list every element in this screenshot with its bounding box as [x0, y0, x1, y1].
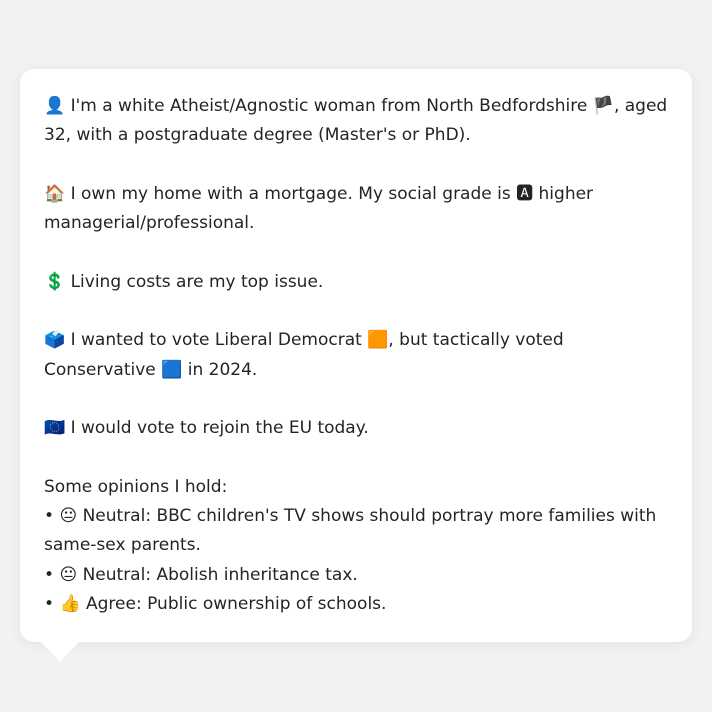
vote-line: 🗳️ I wanted to vote Liberal Democrat 🟧, … [44, 326, 668, 385]
bullet: • [44, 506, 55, 527]
vote-text-c: in 2024. [187, 359, 258, 380]
opinions-heading: Some opinions I hold: [44, 476, 228, 497]
opinion-text: Agree: Public ownership of schools. [86, 594, 387, 615]
neutral-face-icon: 😐 [59, 506, 78, 527]
chat-message-bubble: 👤 I'm a white Atheist/Agnostic woman fro… [20, 69, 692, 642]
eu-flag-icon: 🇪🇺 [44, 418, 66, 439]
house-icon: 🏠 [44, 183, 66, 204]
eu-line: 🇪🇺 I would vote to rejoin the EU today. [44, 414, 668, 443]
opinion-item: • 👍 Agree: Public ownership of schools. [44, 590, 668, 619]
blue-square-icon: 🟦 [161, 359, 183, 380]
eu-text: I would vote to rejoin the EU today. [70, 418, 369, 439]
issue-text: Living costs are my top issue. [70, 271, 324, 292]
vote-text-a: I wanted to vote Liberal Democrat [70, 330, 362, 351]
orange-square-icon: 🟧 [367, 330, 389, 351]
england-flag-icon: 🏴 [592, 96, 614, 116]
thumbs-up-icon: 👍 [59, 594, 81, 615]
bubble-tail [40, 641, 80, 662]
home-text-a: I own my home with a mortgage. My social… [70, 183, 511, 204]
dollar-icon: 💲 [44, 271, 66, 292]
identity-line: 👤 I'm a white Atheist/Agnostic woman fro… [44, 92, 668, 151]
bullet: • [44, 594, 55, 615]
bullet: • [44, 564, 55, 585]
opinion-item: • 😐 Neutral: BBC children's TV shows sho… [44, 502, 668, 561]
opinion-text: Neutral: BBC children's TV shows should … [44, 506, 657, 556]
person-icon: 👤 [44, 96, 66, 116]
opinion-item: • 😐 Neutral: Abolish inheritance tax. [44, 561, 668, 590]
issue-line: 💲 Living costs are my top issue. [44, 268, 668, 297]
grade-a-badge-icon: 🅰 [516, 183, 534, 204]
neutral-face-icon: 😐 [59, 564, 78, 585]
opinion-text: Neutral: Abolish inheritance tax. [82, 564, 358, 585]
ballot-box-icon: 🗳️ [44, 330, 66, 351]
home-line: 🏠 I own my home with a mortgage. My soci… [44, 180, 668, 239]
identity-text-a: I'm a white Atheist/Agnostic woman from … [70, 96, 588, 116]
